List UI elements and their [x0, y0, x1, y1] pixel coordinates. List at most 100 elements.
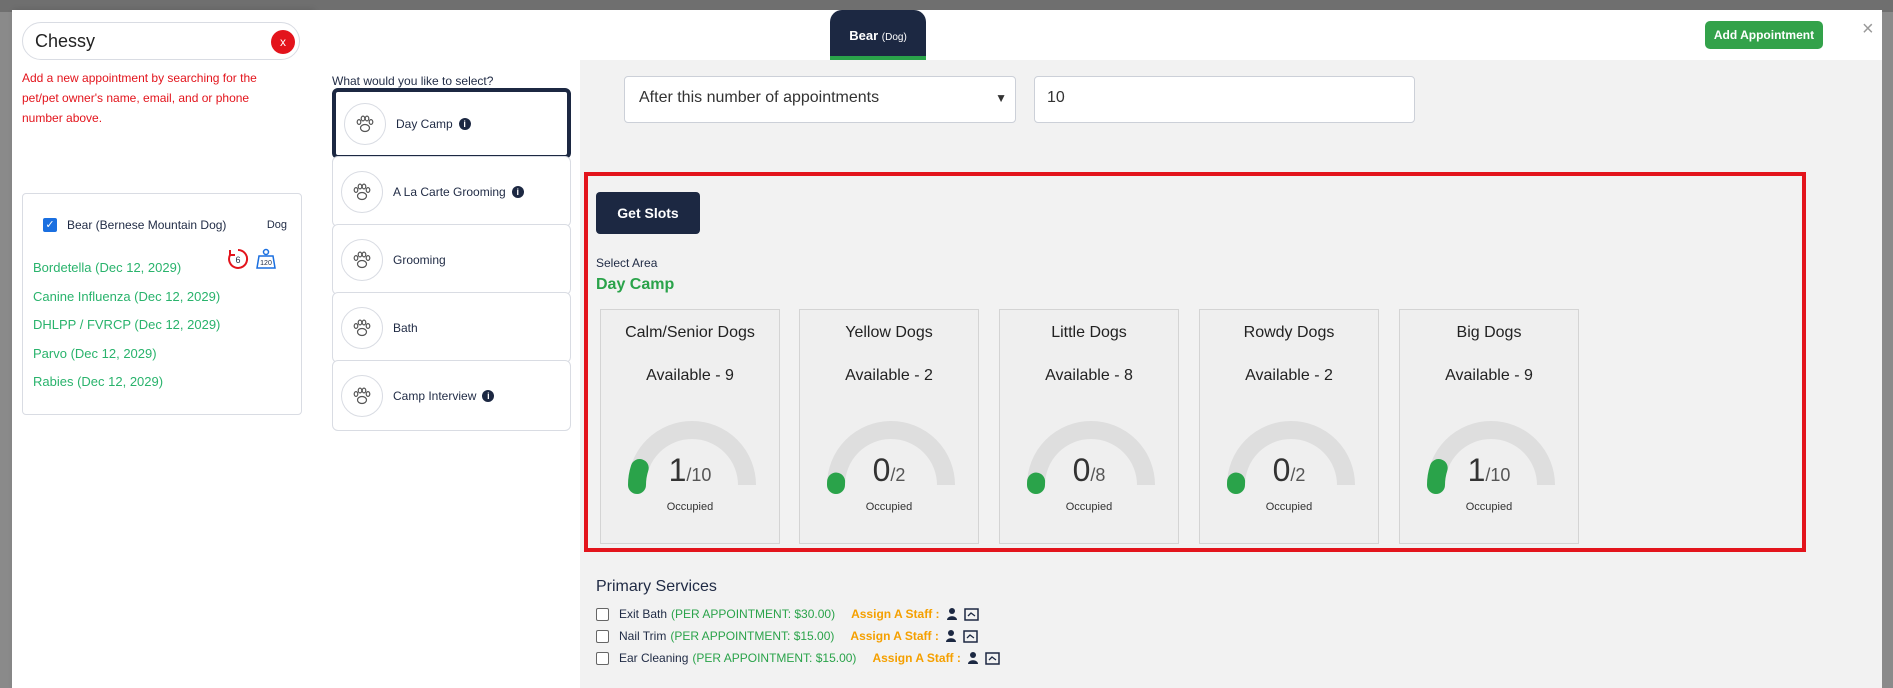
- info-icon[interactable]: i: [458, 117, 471, 130]
- paw-icon: [341, 170, 383, 213]
- service-option-grooming[interactable]: Grooming: [332, 224, 571, 295]
- area-card-yellow-dogs[interactable]: Yellow Dogs Available - 2 0/2 Occupied: [799, 309, 979, 544]
- occupancy-capacity: 2: [895, 465, 906, 485]
- pet-tab-species: (Dog): [881, 32, 907, 43]
- condition-select[interactable]: After this number of appointments ▼: [624, 76, 1016, 123]
- paw-icon: [341, 306, 383, 349]
- appointment-content: After this number of appointments ▼ 10 G…: [580, 60, 1882, 688]
- search-box: x: [22, 22, 300, 60]
- clear-search-button[interactable]: x: [271, 30, 295, 54]
- occupied-label: Occupied: [666, 501, 714, 513]
- add-appointment-button[interactable]: Add Appointment: [1705, 21, 1823, 49]
- weight-icon: 120: [256, 248, 276, 269]
- chevron-down-icon: ▼: [995, 91, 1007, 105]
- assign-staff-label: Assign A Staff :: [872, 651, 961, 665]
- get-slots-button[interactable]: Get Slots: [596, 192, 700, 234]
- occupancy-count: 0/8: [1072, 452, 1106, 488]
- condition-select-value: After this number of appointments: [639, 89, 880, 106]
- pet-species: Dog: [266, 219, 287, 231]
- info-icon[interactable]: i: [511, 185, 524, 198]
- area-title: Rowdy Dogs: [1243, 324, 1335, 341]
- vaccination-item: Rabies (Dec 12, 2029): [33, 374, 164, 389]
- area-card-rowdy-dogs[interactable]: Rowdy Dogs Available - 2 0/2 Occupied: [1199, 309, 1379, 544]
- occupancy-count: 1/10: [668, 452, 712, 488]
- occupied-label: Occupied: [1465, 501, 1513, 513]
- area-card-big-dogs[interactable]: Big Dogs Available - 9 1/10 Occupied: [1399, 309, 1579, 544]
- assign-staff-label: Assign A Staff :: [850, 629, 939, 643]
- slots-section: Get Slots Select Area Day Camp Calm/Seni…: [584, 172, 1806, 552]
- service-checkbox[interactable]: [596, 629, 609, 643]
- occupied-label: Occupied: [1065, 501, 1113, 513]
- service-option-day-camp[interactable]: Day Camp i: [332, 88, 571, 159]
- occupancy-count: 1/10: [1467, 452, 1511, 488]
- info-icon[interactable]: i: [482, 389, 495, 402]
- pet-row[interactable]: ✓ Bear (Bernese Mountain Dog) Dog: [43, 215, 293, 235]
- paw-icon: [341, 374, 383, 417]
- area-available: Available - 8: [1045, 367, 1133, 384]
- assign-staff-icon[interactable]: [945, 629, 959, 643]
- close-icon[interactable]: ×: [1862, 18, 1874, 41]
- schedule-icon[interactable]: [985, 651, 1001, 665]
- service-option-a-la-carte-grooming[interactable]: A La Carte Grooming i: [332, 156, 571, 227]
- service-prompt: What would you like to select?: [332, 74, 494, 88]
- service-checkbox[interactable]: [596, 607, 609, 621]
- pet-tab-name: Bear: [849, 28, 879, 43]
- vaccination-item: Parvo (Dec 12, 2029): [33, 345, 157, 361]
- area-available: Available - 9: [646, 367, 734, 384]
- assign-staff-label: Assign A Staff :: [851, 607, 940, 621]
- assign-staff-icon[interactable]: [946, 607, 960, 621]
- area-card-calm-senior-dogs[interactable]: Calm/Senior Dogs Available - 9 1/10 Occu…: [600, 309, 780, 544]
- occupancy-value: 0: [872, 452, 891, 488]
- occupancy-capacity: 2: [1295, 465, 1306, 485]
- vaccination-item: Bordetella (Dec 12, 2029): [33, 260, 182, 275]
- schedule-icon[interactable]: [963, 607, 980, 621]
- area-card-little-dogs[interactable]: Little Dogs Available - 8 0/8 Occupied: [999, 309, 1179, 544]
- occupancy-count: 0/2: [872, 452, 906, 488]
- service-option-bath[interactable]: Bath: [332, 292, 571, 363]
- weight-value: 120: [260, 260, 272, 267]
- search-hint: Add a new appointment by searching for t…: [22, 71, 257, 125]
- occupied-label: Occupied: [1265, 501, 1313, 513]
- assign-staff-icon[interactable]: [967, 651, 981, 665]
- paw-icon: [344, 102, 386, 145]
- pet-badges: 6 120: [227, 248, 277, 270]
- vaccination-item: Canine Influenza (Dec 12, 2029): [33, 288, 221, 304]
- area-name: Day Camp: [596, 276, 675, 293]
- occupied-label: Occupied: [865, 501, 913, 513]
- service-row-exit-bath: Exit Bath (PER APPOINTMENT: $30.00) Assi…: [596, 604, 980, 624]
- service-row-nail-trim: Nail Trim (PER APPOINTMENT: $15.00) Assi…: [596, 626, 979, 646]
- search-input[interactable]: [35, 29, 255, 53]
- service-price: (PER APPOINTMENT: $15.00): [692, 651, 857, 665]
- area-title: Calm/Senior Dogs: [625, 324, 755, 341]
- area-available: Available - 9: [1445, 367, 1533, 384]
- schedule-icon[interactable]: [963, 629, 979, 643]
- appointment-count-input[interactable]: 10: [1034, 76, 1415, 123]
- service-label: Camp Interview: [393, 388, 477, 403]
- select-area-label: Select Area: [596, 256, 658, 270]
- service-row-ear-cleaning: Ear Cleaning (PER APPOINTMENT: $15.00) A…: [596, 648, 1001, 668]
- occupancy-value: 1: [1467, 452, 1486, 488]
- occupancy-capacity: 10: [691, 465, 712, 485]
- area-title: Big Dogs: [1456, 324, 1522, 341]
- service-label: Grooming: [393, 252, 446, 267]
- vaccination-item: DHLPP / FVRCP (Dec 12, 2029): [33, 317, 221, 332]
- occupancy-value: 0: [1272, 452, 1291, 488]
- occupancy-count: 0/2: [1272, 452, 1306, 488]
- service-price: (PER APPOINTMENT: $15.00): [670, 629, 835, 643]
- paw-icon: [341, 238, 383, 281]
- service-option-camp-interview[interactable]: Camp Interview i: [332, 360, 571, 431]
- pet-tab[interactable]: Bear (Dog): [830, 10, 926, 60]
- area-title: Yellow Dogs: [845, 324, 933, 341]
- service-checkbox[interactable]: [596, 651, 609, 665]
- service-name: Exit Bath: [619, 607, 668, 621]
- pet-name: Bear (Bernese Mountain Dog): [67, 218, 227, 232]
- occupancy-capacity: 10: [1490, 465, 1511, 485]
- pet-card: ✓ Bear (Bernese Mountain Dog) Dog 6 120 …: [22, 193, 302, 415]
- service-label: Day Camp: [396, 116, 453, 131]
- pet-checkbox[interactable]: ✓: [43, 218, 57, 232]
- appointment-modal: Bear (Dog) Add Appointment × What would …: [312, 10, 1882, 688]
- area-available: Available - 2: [845, 367, 933, 384]
- vaccination-list: Bordetella (Dec 12, 2029) Canine Influen…: [33, 254, 233, 397]
- search-panel: x Add a new appointment by searching for…: [12, 10, 312, 688]
- service-name: Nail Trim: [619, 629, 667, 643]
